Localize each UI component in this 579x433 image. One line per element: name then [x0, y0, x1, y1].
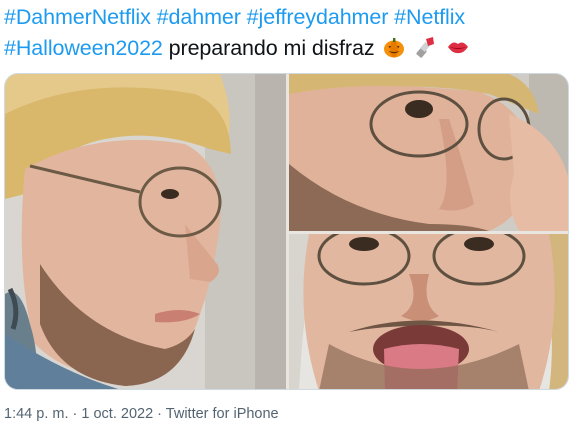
tweet-text: #DahmerNetflix #dahmer #jeffreydahmer #N… [4, 2, 575, 64]
tweet-date: 1 oct. 2022 [81, 406, 154, 422]
hashtag-dahmernetflix[interactable]: #DahmerNetflix [4, 5, 151, 29]
lipstick-icon [414, 35, 438, 59]
hashtag-netflix[interactable]: #Netflix [394, 5, 465, 29]
lips-icon [446, 35, 470, 59]
photo-adjusting-glasses[interactable] [289, 74, 568, 231]
hashtag-halloween2022[interactable]: #Halloween2022 [4, 36, 163, 60]
tweet-source-link[interactable]: Twitter for iPhone [166, 406, 279, 422]
tweet-meta: 1:44 p. m. · 1 oct. 2022 · Twitter for i… [4, 406, 279, 422]
tweet-line-1: #DahmerNetflix #dahmer #jeffreydahmer #N… [4, 2, 575, 33]
tweet-line-2: #Halloween2022 preparando mi disfraz [4, 33, 575, 64]
hashtag-jeffreydahmer[interactable]: #jeffreydahmer [247, 5, 389, 29]
photo-profile-glasses[interactable] [5, 74, 286, 389]
meta-separator: · [72, 406, 78, 422]
tweet-time: 1:44 p. m. [4, 406, 69, 422]
tweet-body-text: preparando mi disfraz [168, 36, 375, 60]
tweet-timestamp-link[interactable]: 1:44 p. m. · 1 oct. 2022 [4, 406, 157, 422]
pumpkin-icon [382, 35, 406, 59]
meta-separator-2: · [157, 406, 163, 422]
media-grid [4, 73, 569, 390]
hashtag-dahmer[interactable]: #dahmer [157, 5, 241, 29]
photo-tongue-out[interactable] [289, 234, 568, 389]
